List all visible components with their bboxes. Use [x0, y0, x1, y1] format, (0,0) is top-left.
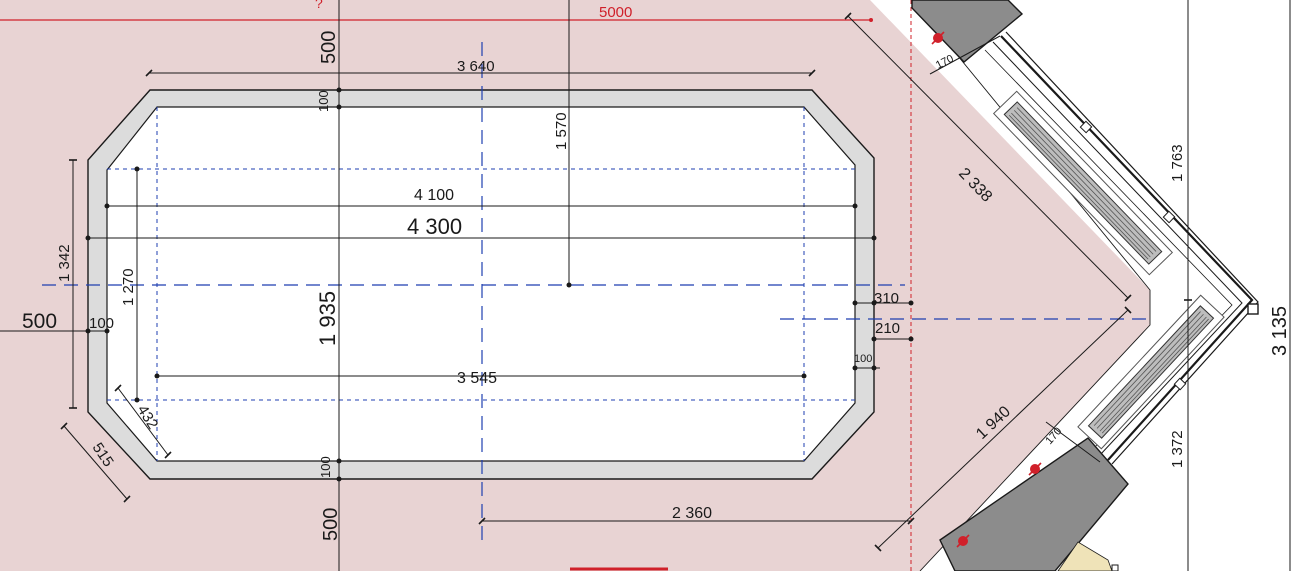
label-width-outer: 3 640: [457, 58, 495, 75]
label-width-total: 4 300: [407, 214, 462, 239]
label-top-margin: 500: [318, 31, 340, 64]
label-border-left: 100: [89, 315, 114, 332]
label-bottom-margin: 500: [320, 508, 342, 541]
column-upper: [911, 0, 1024, 63]
label-border-bottom: 100: [318, 456, 333, 478]
label-top-red: 5000: [599, 4, 632, 21]
label-height-left-outer: 1 342: [56, 244, 73, 282]
label-height-total: 1 935: [315, 291, 340, 346]
label-width-inner-upper: 4 100: [414, 187, 454, 204]
label-room-depth: 3 135: [1269, 306, 1291, 356]
label-depth-upper: 1 570: [553, 112, 570, 150]
label-wall-upper: 170: [934, 53, 956, 72]
pool-water: [106, 106, 856, 462]
label-right-offset-b: 210: [875, 320, 900, 337]
label-height-left-inner: 1 270: [120, 268, 137, 306]
label-bottom-run: 2 360: [672, 505, 712, 522]
label-wall-upper-length: 1 763: [1169, 144, 1186, 182]
label-border-top: 100: [316, 90, 331, 112]
top-red-dimension-end: [869, 18, 873, 22]
label-top-red-mark: ?: [315, 0, 323, 11]
pool-floor-plan: ? 5000 3 640 500 100 1 570 4 100 4 300 1…: [0, 0, 1291, 571]
label-border-right: 100: [854, 353, 872, 365]
label-right-offset-a: 310: [874, 290, 899, 307]
label-width-inner-lower: 3 545: [457, 370, 497, 387]
red-marker-upper: [931, 31, 945, 45]
label-wall-lower-length: 1 372: [1169, 430, 1186, 468]
label-left-margin: 500: [22, 310, 57, 333]
